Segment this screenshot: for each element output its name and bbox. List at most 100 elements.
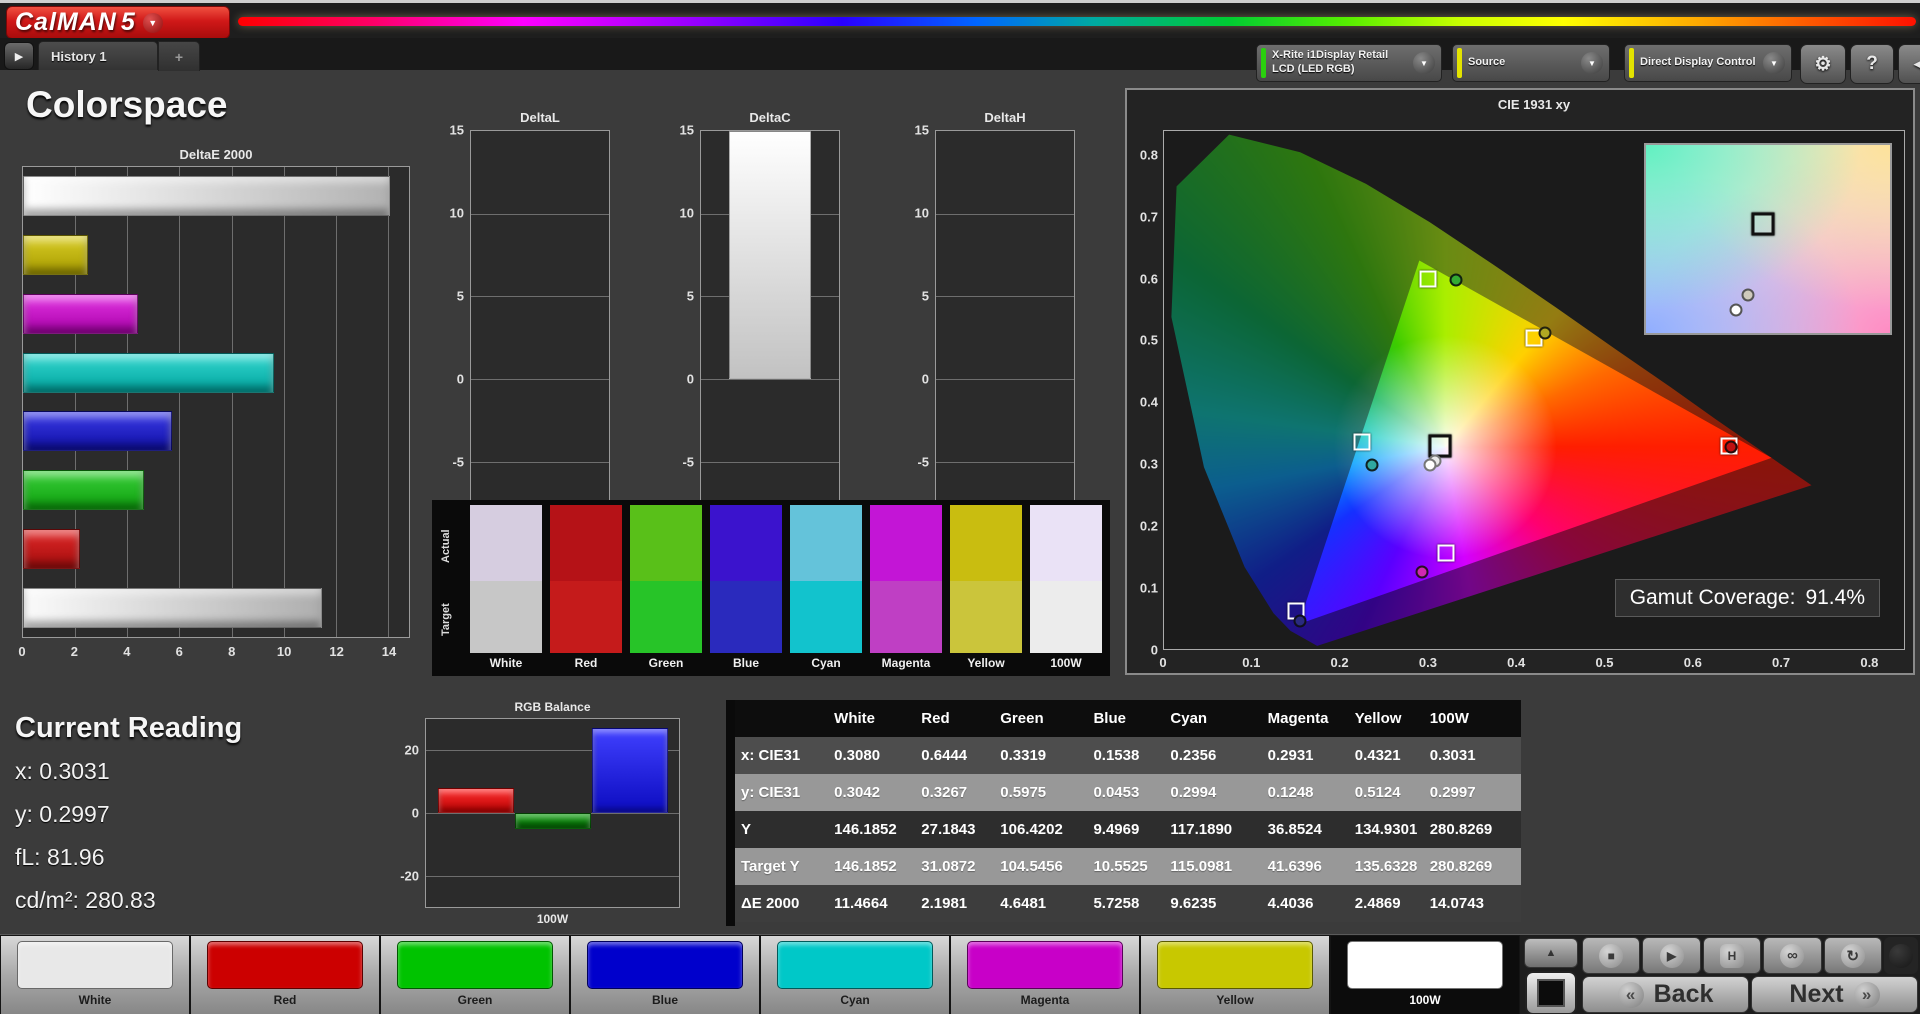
- target-swatch: [870, 581, 942, 653]
- back-label: Back: [1653, 980, 1714, 1008]
- stop-icon: ■: [1599, 943, 1624, 968]
- pattern-swatch: [966, 941, 1124, 989]
- tab-history-1[interactable]: History 1: [38, 41, 158, 70]
- target-swatch: [550, 581, 622, 653]
- deltae2000-chart: [22, 166, 410, 638]
- meter-dropdown-label-line2: LCD (LED RGB): [1272, 63, 1355, 75]
- continuous-read-button[interactable]: ∞: [1763, 937, 1822, 974]
- read-series-button[interactable]: H: [1702, 937, 1762, 974]
- cie-x-axis: 0 0.1 0.2 0.3 0.4 0.5 0.6 0.7 0.8: [1159, 655, 1879, 670]
- target-row-label: Target: [440, 603, 452, 637]
- pattern-window-icon: [1537, 979, 1565, 1007]
- reading-x: x: 0.3031: [15, 758, 110, 784]
- transport-controls: ▲ ■ ▶ H ∞ ↻ « Back Next »: [1520, 935, 1920, 1014]
- target-swatch: [710, 581, 782, 653]
- swatch-col-100w: 100W: [1030, 505, 1102, 670]
- pattern-button-magenta[interactable]: Magenta: [951, 936, 1139, 1014]
- pattern-label: Yellow: [1216, 993, 1254, 1007]
- pattern-button-green[interactable]: Green: [381, 936, 569, 1014]
- rgb-bar-green: [515, 813, 591, 829]
- rgb-bar-blue: [592, 728, 668, 813]
- play-button[interactable]: ▶: [1642, 937, 1701, 974]
- table-scroll-edge: [726, 700, 735, 926]
- pattern-button-blue[interactable]: Blue: [571, 936, 759, 1014]
- pattern-window-button[interactable]: [1525, 971, 1577, 1014]
- cie-y-axis: 0.8 0.7 0.6 0.5 0.4 0.3 0.2 0.1 0: [1139, 147, 1158, 658]
- tab-nav-arrow-button[interactable]: ▶: [4, 42, 34, 70]
- cyan-target-square: [1353, 433, 1371, 451]
- meter-dropdown[interactable]: X-Rite i1Display Retail LCD (LED RGB) ▼: [1256, 44, 1442, 82]
- actual-target-swatch-panel: Actual Target White Red Green Blue Cyan: [432, 500, 1110, 676]
- inset-white-target-square: [1751, 212, 1775, 236]
- chevron-left-icon: ◀: [1914, 56, 1920, 71]
- app-logo[interactable]: CalMAN 5 ▼: [6, 6, 230, 39]
- magenta-measured-dot: [1415, 565, 1429, 579]
- settings-button[interactable]: ⚙: [1800, 44, 1846, 84]
- bar-magenta: [23, 293, 138, 334]
- bar-yellow: [23, 235, 88, 276]
- pattern-label: Red: [273, 993, 297, 1007]
- pattern-swatch: [16, 941, 174, 989]
- actual-swatch: [470, 505, 542, 581]
- play-arrow-icon: ▶: [14, 50, 24, 63]
- pattern-swatch: [396, 941, 554, 989]
- pattern-label: Green: [457, 993, 493, 1007]
- source-dropdown[interactable]: Source ▼: [1452, 44, 1610, 82]
- help-button[interactable]: ?: [1850, 44, 1894, 84]
- actual-row-label: Actual: [440, 529, 452, 563]
- actual-swatch: [630, 505, 702, 581]
- deltac-chart-title: DeltaC: [749, 110, 791, 125]
- magenta-target-square: [1437, 544, 1455, 562]
- collapse-tray-button[interactable]: ▲: [1524, 938, 1578, 968]
- pattern-button-red[interactable]: Red: [191, 936, 379, 1014]
- pattern-swatch: [1346, 941, 1504, 989]
- stop-button[interactable]: ■: [1582, 937, 1641, 974]
- question-mark-icon: ?: [1866, 53, 1878, 74]
- pattern-label: Magenta: [1020, 993, 1070, 1007]
- calman-window: CalMAN 5 ▼ ▶ History 1 + X-Rite i1Displa…: [0, 0, 1920, 1014]
- white-point-zoom-inset: [1644, 143, 1892, 335]
- next-button[interactable]: Next »: [1751, 976, 1918, 1013]
- refresh-icon: ↻: [1840, 943, 1865, 968]
- chevron-double-right-icon: »: [1853, 981, 1880, 1008]
- display-control-dropdown[interactable]: Direct Display Control ▼: [1624, 44, 1792, 82]
- deltac-bar-100w: [728, 131, 812, 379]
- collapse-panel-button[interactable]: ◀: [1898, 44, 1920, 84]
- swatch-col-green: Green: [630, 505, 702, 670]
- play-icon: ▶: [1659, 943, 1684, 968]
- add-tab-button[interactable]: +: [158, 41, 200, 71]
- source-dropdown-label: Source: [1468, 56, 1506, 69]
- source-status-stripe: [1457, 48, 1462, 78]
- meter-dropdown-label-line1: X-Rite i1Display Retail: [1272, 49, 1389, 62]
- green-target-square: [1419, 270, 1437, 288]
- current-reading-title: Current Reading: [15, 712, 243, 744]
- swatch-label: Blue: [732, 656, 759, 670]
- table-header-row: White Red Green Blue Cyan Magenta Yellow 100W: [735, 700, 1521, 737]
- display-status-stripe: [1629, 48, 1634, 78]
- logo-menu-chevron-down-icon[interactable]: ▼: [142, 12, 163, 33]
- pattern-button-white[interactable]: White: [1, 936, 189, 1014]
- refresh-read-button[interactable]: ↻: [1823, 937, 1883, 974]
- deltal-chart-title: DeltaL: [520, 110, 560, 125]
- pattern-button-cyan[interactable]: Cyan: [761, 936, 949, 1014]
- swatch-col-blue: Blue: [710, 505, 782, 670]
- next-label: Next: [1789, 980, 1844, 1008]
- deltah-chart-title: DeltaH: [984, 110, 1026, 125]
- pattern-button-yellow[interactable]: Yellow: [1141, 936, 1329, 1014]
- table-row-x-cie31: x: CIE31 0.3080 0.6444 0.3319 0.1538 0.2356 …: [735, 737, 1521, 774]
- gamut-coverage-value: 91.4%: [1805, 586, 1865, 609]
- record-dot-icon: [1889, 943, 1914, 968]
- swatch-col-magenta: Magenta: [870, 505, 942, 670]
- swatch-col-cyan: Cyan: [790, 505, 862, 670]
- back-button[interactable]: « Back: [1582, 976, 1749, 1013]
- gear-icon: ⚙: [1814, 53, 1832, 75]
- logo-version: 5: [120, 8, 135, 36]
- tab-label: History 1: [51, 48, 107, 64]
- rgb-balance-x-label: 100W: [536, 912, 569, 926]
- red-measured-dot: [1724, 440, 1738, 454]
- target-swatch: [950, 581, 1022, 653]
- blue-measured-dot: [1293, 614, 1307, 628]
- swatch-label: 100W: [1050, 656, 1082, 670]
- rgb-balance-y-axis: 20 0 -20: [400, 742, 419, 884]
- pattern-button-100w[interactable]: 100W: [1331, 936, 1519, 1014]
